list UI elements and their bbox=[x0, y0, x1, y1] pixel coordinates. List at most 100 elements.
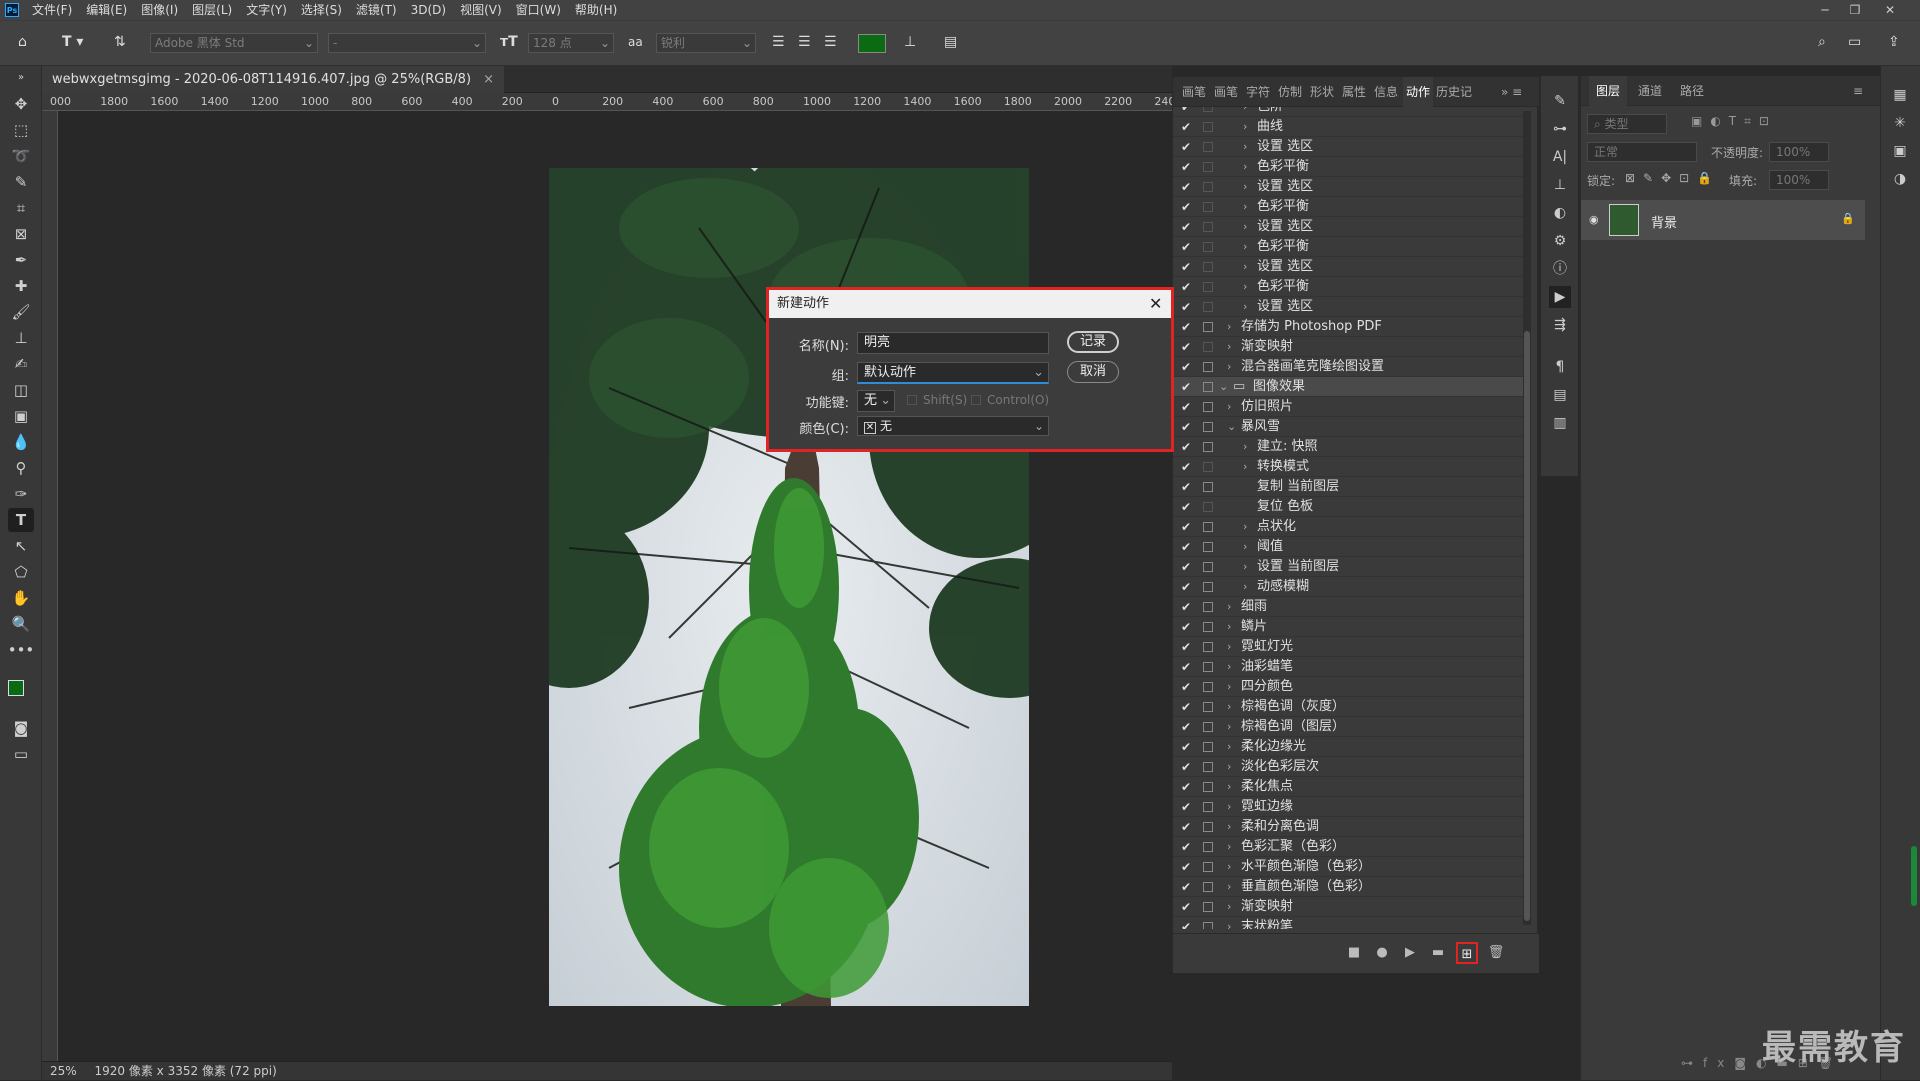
menu-item[interactable]: 编辑(E) bbox=[79, 0, 134, 20]
toggle-check-icon[interactable]: ✔ bbox=[1181, 217, 1195, 237]
toggle-check-icon[interactable]: ✔ bbox=[1181, 857, 1195, 877]
zoom-level[interactable]: 25% bbox=[50, 1064, 77, 1078]
libraries-icon[interactable]: ▣ bbox=[1889, 140, 1911, 162]
chevron-right-icon[interactable]: › bbox=[1227, 397, 1231, 417]
record-icon[interactable]: ● bbox=[1371, 942, 1393, 964]
toggle-check-icon[interactable]: ✔ bbox=[1181, 357, 1195, 377]
dialog-toggle-icon[interactable] bbox=[1203, 322, 1213, 332]
dialog-toggle-icon[interactable] bbox=[1203, 562, 1213, 572]
quick-mask-icon[interactable]: ◙ bbox=[8, 716, 34, 740]
dialog-toggle-icon[interactable] bbox=[1203, 742, 1213, 752]
type-tool-icon[interactable]: T bbox=[8, 508, 34, 532]
layers-panel-tab[interactable]: 路径 bbox=[1673, 76, 1711, 106]
hand-tool-icon[interactable]: ✋ bbox=[8, 586, 34, 610]
chevron-right-icon[interactable]: › bbox=[1227, 757, 1231, 777]
action-row[interactable]: ✔ › 色彩平衡 bbox=[1173, 157, 1523, 177]
chevron-right-icon[interactable]: › bbox=[1243, 277, 1247, 297]
toggle-check-icon[interactable]: ✔ bbox=[1181, 397, 1195, 417]
action-row[interactable]: ✔ › 柔化焦点 bbox=[1173, 777, 1523, 797]
action-row[interactable]: ✔ › 混合器画笔克隆绘图设置 bbox=[1173, 357, 1523, 377]
dialog-toggle-icon[interactable] bbox=[1203, 302, 1213, 312]
panel-menu-icon[interactable]: » ≡ bbox=[1501, 77, 1522, 107]
action-row[interactable]: ✔ › 设置 选区 bbox=[1173, 217, 1523, 237]
toggle-check-icon[interactable]: ✔ bbox=[1181, 777, 1195, 797]
panel-tab[interactable]: 画笔 bbox=[1211, 77, 1241, 107]
zoom-tool-icon[interactable]: 🔍 bbox=[8, 612, 34, 636]
dialog-toggle-icon[interactable] bbox=[1203, 582, 1213, 592]
toggle-check-icon[interactable]: ✔ bbox=[1181, 477, 1195, 497]
play-icon[interactable]: ▶ bbox=[1399, 942, 1421, 964]
chevron-right-icon[interactable]: › bbox=[1227, 597, 1231, 617]
share-icon[interactable]: ⇪ bbox=[1888, 32, 1900, 54]
toggle-check-icon[interactable]: ✔ bbox=[1181, 157, 1195, 177]
function-key-select[interactable]: 无 ⌄ bbox=[857, 390, 895, 412]
action-row[interactable]: ✔ › 仿旧照片 bbox=[1173, 397, 1523, 417]
toggle-check-icon[interactable]: ✔ bbox=[1181, 177, 1195, 197]
action-set-select[interactable]: 默认动作 ⌄ bbox=[857, 362, 1049, 384]
clone-source-icon[interactable]: ⊥ bbox=[1549, 174, 1571, 196]
toggle-check-icon[interactable]: ✔ bbox=[1181, 557, 1195, 577]
dialog-toggle-icon[interactable] bbox=[1203, 702, 1213, 712]
toggle-check-icon[interactable]: ✔ bbox=[1181, 537, 1195, 557]
pen-tool-icon[interactable]: ✑ bbox=[8, 482, 34, 506]
info-icon[interactable]: ⓘ bbox=[1549, 258, 1571, 280]
chevron-right-icon[interactable]: › bbox=[1243, 197, 1247, 217]
toggle-check-icon[interactable]: ✔ bbox=[1181, 877, 1195, 897]
quick-select-tool-icon[interactable]: ✎ bbox=[8, 170, 34, 194]
chevron-right-icon[interactable]: › bbox=[1243, 237, 1247, 257]
chevron-right-icon[interactable]: › bbox=[1243, 457, 1247, 477]
toggle-check-icon[interactable]: ✔ bbox=[1181, 137, 1195, 157]
menu-item[interactable]: 图像(I) bbox=[134, 0, 185, 20]
menu-item[interactable]: 选择(S) bbox=[294, 0, 349, 20]
record-button[interactable]: 记录 bbox=[1067, 331, 1119, 353]
layer-filter-select[interactable]: ⌕ 类型 bbox=[1587, 114, 1667, 134]
chevron-right-icon[interactable]: › bbox=[1227, 357, 1231, 377]
color-icon[interactable]: ◑ bbox=[1889, 168, 1911, 190]
chevron-right-icon[interactable]: › bbox=[1243, 297, 1247, 317]
path-select-tool-icon[interactable]: ↖ bbox=[8, 534, 34, 558]
paragraph-icon[interactable]: ¶ bbox=[1549, 356, 1571, 378]
toggle-check-icon[interactable]: ✔ bbox=[1181, 457, 1195, 477]
action-row[interactable]: ✔ 复制 当前图层 bbox=[1173, 477, 1523, 497]
chevron-right-icon[interactable]: › bbox=[1243, 117, 1247, 137]
chevron-right-icon[interactable]: › bbox=[1227, 877, 1231, 897]
dialog-close-icon[interactable]: ✕ bbox=[1149, 294, 1162, 313]
dialog-toggle-icon[interactable] bbox=[1203, 282, 1213, 292]
dialog-toggle-icon[interactable] bbox=[1203, 902, 1213, 912]
blend-mode-select[interactable]: 正常 bbox=[1587, 142, 1697, 162]
action-row[interactable]: ✔ › 色彩汇聚（色彩） bbox=[1173, 837, 1523, 857]
dialog-toggle-icon[interactable] bbox=[1203, 462, 1213, 472]
toggle-check-icon[interactable]: ✔ bbox=[1181, 817, 1195, 837]
chevron-down-icon[interactable]: ⌄ bbox=[1227, 417, 1236, 437]
action-row[interactable]: ✔ › 建立: 快照 bbox=[1173, 437, 1523, 457]
chevron-right-icon[interactable]: › bbox=[1243, 107, 1247, 117]
chevron-right-icon[interactable]: › bbox=[1227, 737, 1231, 757]
chevron-right-icon[interactable]: › bbox=[1227, 657, 1231, 677]
chevron-right-icon[interactable]: › bbox=[1243, 537, 1247, 557]
screen-mode-icon[interactable]: ▭ bbox=[8, 742, 34, 766]
control-checkbox[interactable]: Control(O) bbox=[971, 393, 1049, 407]
chevron-right-icon[interactable]: › bbox=[1243, 437, 1247, 457]
layers-menu-icon[interactable]: ≡ bbox=[1853, 76, 1863, 106]
chevron-right-icon[interactable]: › bbox=[1227, 917, 1231, 929]
dialog-toggle-icon[interactable] bbox=[1203, 362, 1213, 372]
panel-tab[interactable]: 动作 bbox=[1403, 77, 1433, 107]
paragraph-styles-icon[interactable]: ▤ bbox=[1549, 384, 1571, 406]
action-row[interactable]: ✔ ⌄ 暴风雪 bbox=[1173, 417, 1523, 437]
toggle-check-icon[interactable]: ✔ bbox=[1181, 377, 1195, 397]
home-icon[interactable]: ⌂ bbox=[18, 32, 27, 54]
dialog-toggle-icon[interactable] bbox=[1203, 602, 1213, 612]
action-row[interactable]: ✔ › 设置 选区 bbox=[1173, 137, 1523, 157]
histogram-icon[interactable]: ▦ bbox=[1889, 84, 1911, 106]
toggle-check-icon[interactable]: ✔ bbox=[1181, 797, 1195, 817]
action-row[interactable]: ✔ › 棕褐色调（图层） bbox=[1173, 717, 1523, 737]
dialog-toggle-icon[interactable] bbox=[1203, 502, 1213, 512]
chevron-right-icon[interactable]: › bbox=[1243, 257, 1247, 277]
menu-item[interactable]: 文件(F) bbox=[25, 0, 79, 20]
menu-item[interactable]: 文字(Y) bbox=[239, 0, 294, 20]
toggle-check-icon[interactable]: ✔ bbox=[1181, 897, 1195, 917]
action-row[interactable]: ✔ › 棕褐色调（灰度） bbox=[1173, 697, 1523, 717]
toggle-check-icon[interactable]: ✔ bbox=[1181, 717, 1195, 737]
action-row[interactable]: ✔ › 阈值 bbox=[1173, 537, 1523, 557]
eraser-tool-icon[interactable]: ◫ bbox=[8, 378, 34, 402]
